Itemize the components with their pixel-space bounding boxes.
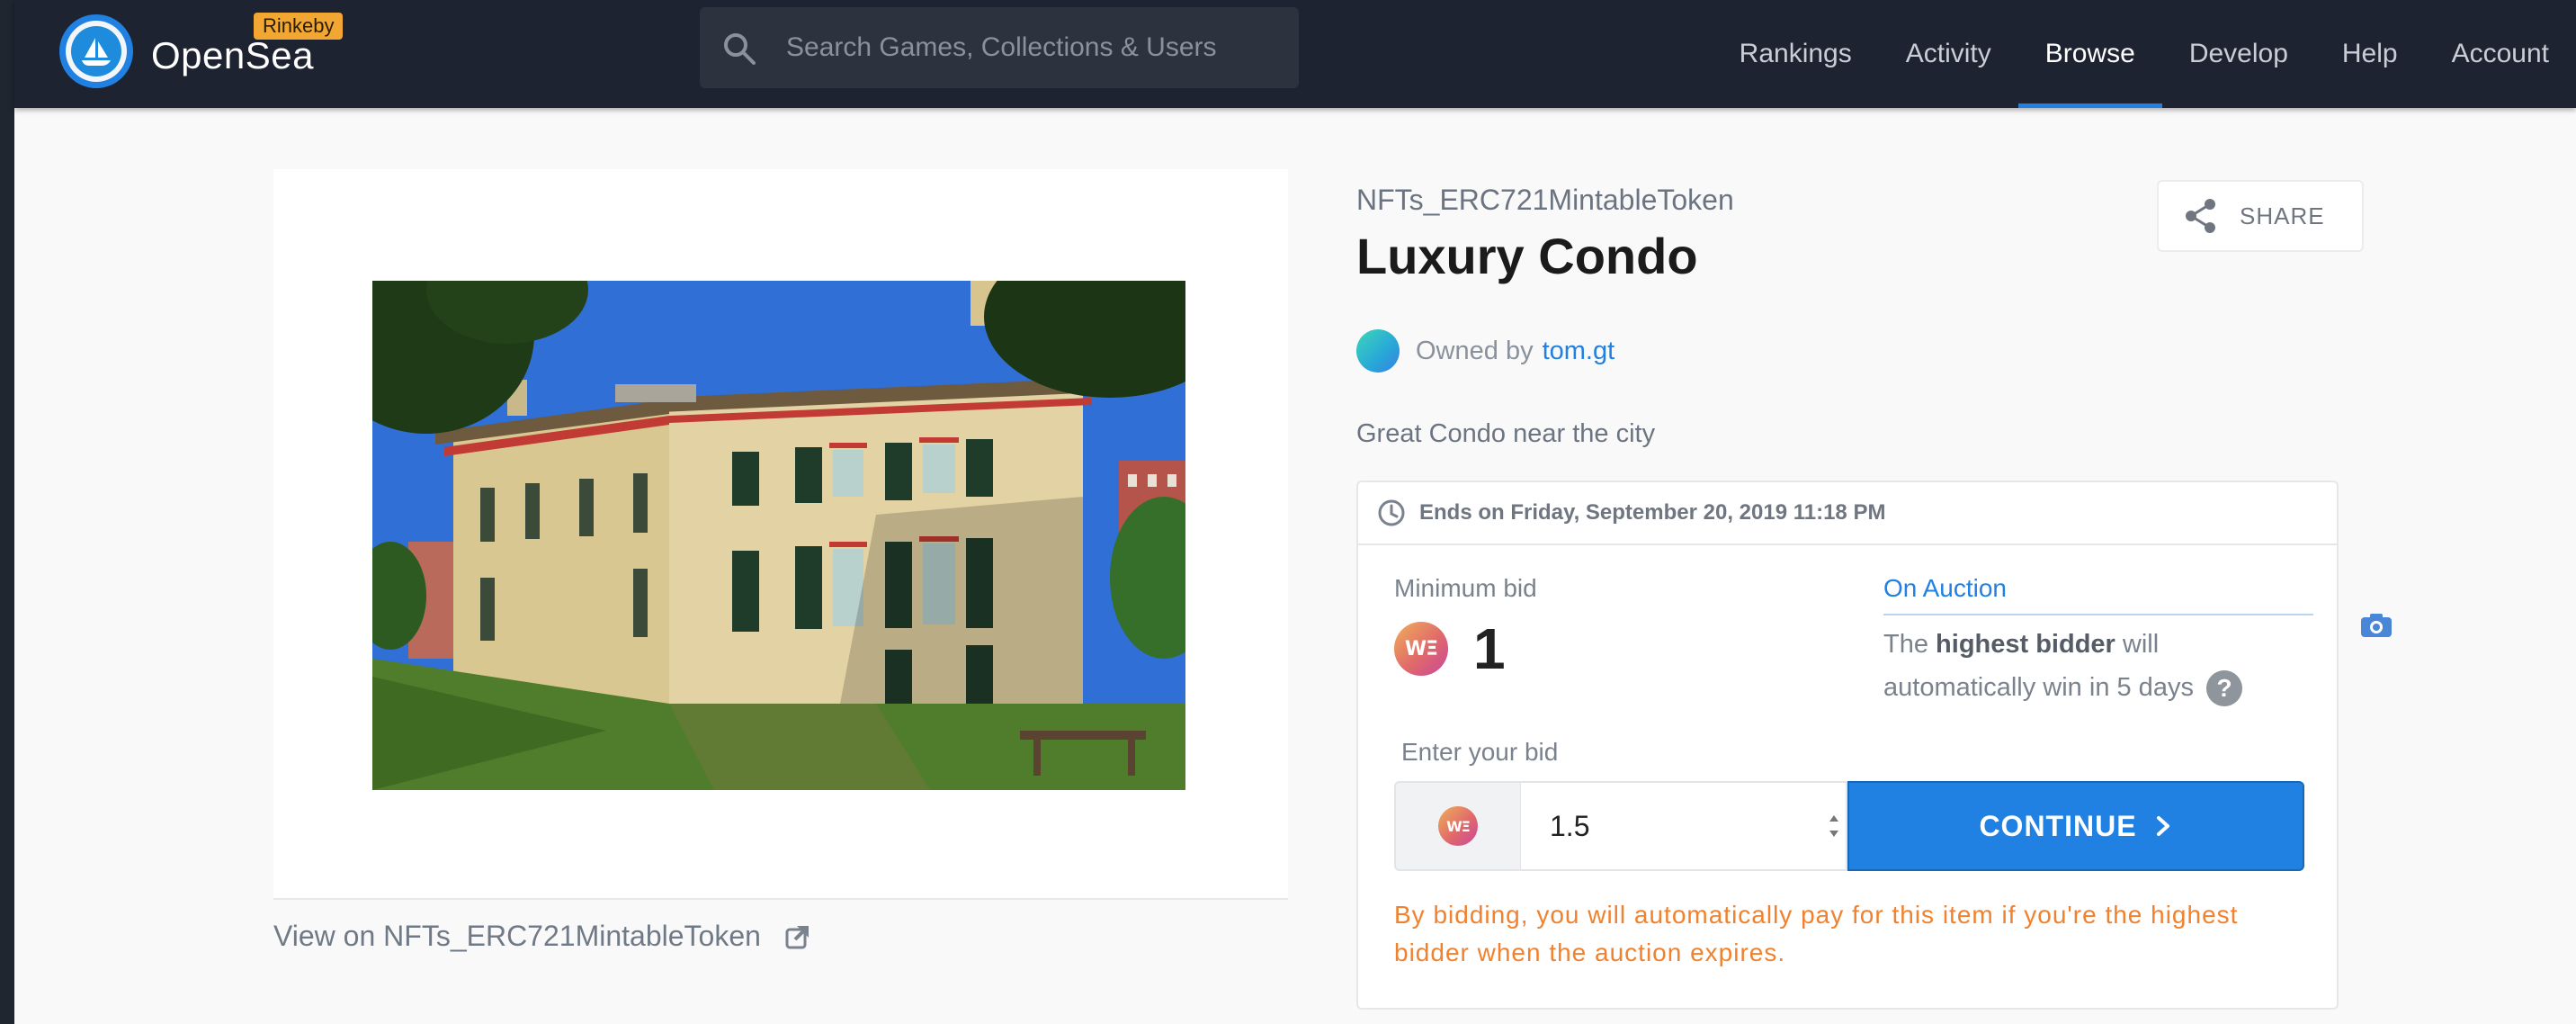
nav-browse[interactable]: Browse (2017, 0, 2162, 108)
continue-button[interactable]: CONTINUE (1847, 781, 2304, 871)
asset-image-card (273, 169, 1288, 900)
bid-amount-input[interactable] (1521, 783, 1818, 869)
stepper-down-icon[interactable] (1829, 831, 1838, 837)
stepper-up-icon[interactable] (1829, 815, 1838, 822)
search-bar[interactable] (700, 7, 1299, 88)
currency-selector[interactable]: WΞ (1394, 781, 1520, 871)
bid-input-wrap (1520, 781, 1847, 871)
weth-icon: WΞ (1394, 622, 1448, 676)
auction-panel: Ends on Friday, September 20, 2019 11:18… (1356, 481, 2339, 1010)
nav-activity[interactable]: Activity (1879, 0, 2018, 108)
min-bid-label: Minimum bid (1394, 574, 1537, 602)
share-icon (2186, 199, 2215, 233)
nav-develop[interactable]: Develop (2162, 0, 2315, 108)
bid-warning: By bidding, you will automatically pay f… (1394, 901, 2239, 966)
clock-icon (1378, 499, 1405, 526)
camera-icon[interactable] (2360, 612, 2393, 639)
help-icon[interactable]: ? (2206, 670, 2243, 707)
share-label: SHARE (2240, 202, 2325, 229)
auction-status: On Auction (1883, 574, 2313, 615)
nav-rankings[interactable]: Rankings (1713, 0, 1879, 108)
min-bid-row: WΞ 1 (1394, 615, 1506, 682)
network-badge: Rinkeby (254, 13, 344, 40)
weth-icon-small: WΞ (1438, 806, 1478, 846)
number-stepper[interactable] (1829, 815, 1838, 837)
opensea-logo-link[interactable]: OpenSea Rinkeby (59, 13, 347, 94)
continue-label: CONTINUE (1979, 809, 2137, 842)
view-on-collection-link[interactable]: View on NFTs_ERC721MintableToken (273, 920, 811, 953)
window-edge (0, 0, 14, 1024)
owner-link[interactable]: tom.gt (1543, 337, 1615, 366)
auction-info-prefix: The (1883, 630, 1928, 659)
asset-image[interactable] (372, 281, 1185, 790)
auction-end-time: Ends on Friday, September 20, 2019 11:18… (1419, 500, 1886, 525)
chevron-right-icon (2156, 816, 2169, 836)
auction-header: Ends on Friday, September 20, 2019 11:18… (1358, 482, 2337, 545)
owned-by-label: Owned by (1416, 336, 1534, 365)
top-navbar: OpenSea Rinkeby Rankings Activity Browse… (14, 0, 2576, 108)
view-on-label: View on NFTs_ERC721MintableToken (273, 920, 761, 952)
owner-row: Owned by tom.gt (1356, 329, 1614, 373)
enter-bid-label: Enter your bid (1401, 738, 1559, 766)
brand-name: OpenSea (151, 34, 314, 76)
nav-account[interactable]: Account (2425, 0, 2576, 108)
share-button[interactable]: SHARE (2157, 180, 2364, 252)
main-nav: Rankings Activity Browse Develop Help Ac… (1713, 0, 2576, 108)
search-icon (724, 33, 756, 65)
owner-avatar[interactable] (1356, 329, 1400, 373)
search-input[interactable] (786, 7, 1281, 88)
external-link-icon (785, 925, 809, 948)
min-bid-value: 1 (1473, 616, 1506, 681)
nav-help[interactable]: Help (2315, 0, 2425, 108)
item-description: Great Condo near the city (1356, 419, 1656, 448)
item-title: Luxury Condo (1356, 228, 1698, 284)
opensea-logo-icon (59, 14, 133, 88)
auction-info-bold: highest bidder (1936, 630, 2115, 659)
auction-info: The highest bidder will automatically wi… (1883, 623, 2306, 709)
collection-link[interactable]: NFTs_ERC721MintableToken (1356, 184, 1734, 217)
bid-form: WΞ CONTINUE (1394, 781, 2304, 871)
